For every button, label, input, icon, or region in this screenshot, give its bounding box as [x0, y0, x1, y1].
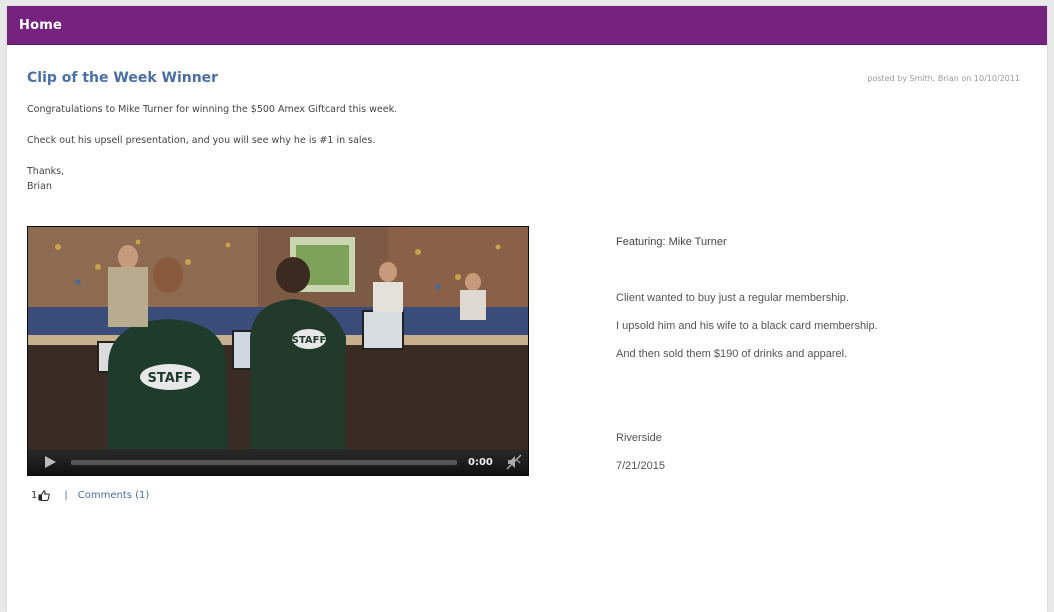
- video-time: 0:00: [468, 456, 493, 468]
- svg-text:STAFF: STAFF: [147, 371, 192, 386]
- date-text: 7/21/2015: [616, 460, 665, 472]
- like-button[interactable]: [38, 490, 51, 501]
- play-icon: [45, 456, 56, 468]
- detail-line-2: I upsold him and his wife to a black car…: [616, 320, 878, 332]
- post-paragraph-2: Check out his upsell presentation, and y…: [27, 135, 376, 146]
- app-window: Home Clip of the Week Winner posted by S…: [7, 6, 1047, 612]
- post-title: Clip of the Week Winner: [27, 70, 219, 86]
- video-player[interactable]: STAFF STAFF 0:00: [27, 226, 529, 476]
- mute-button[interactable]: [505, 453, 523, 471]
- engagement-bar: 1 | Comments (1): [31, 490, 149, 501]
- thumbs-up-icon: [38, 490, 51, 501]
- detail-line-1: Client wanted to buy just a regular memb…: [616, 292, 849, 304]
- video-controls: 0:00: [28, 449, 528, 475]
- window-title: Home: [19, 17, 62, 33]
- featuring-label: Featuring: Mike Turner: [616, 236, 727, 248]
- posted-by-text: posted by Smith, Brian on 10/10/2011: [867, 74, 1020, 83]
- location-text: Riverside: [616, 432, 662, 444]
- like-count: 1: [31, 490, 38, 501]
- video-progress-bar[interactable]: [70, 458, 458, 466]
- post-signoff-thanks: Thanks,: [27, 166, 65, 177]
- video-still-image: STAFF STAFF: [28, 227, 528, 449]
- mute-icon: [506, 454, 522, 470]
- separator: |: [64, 490, 68, 501]
- comments-link[interactable]: Comments (1): [78, 490, 150, 501]
- video-frame[interactable]: STAFF STAFF: [28, 227, 528, 449]
- detail-line-3: And then sold them $190 of drinks and ap…: [616, 348, 848, 360]
- post-paragraph-1: Congratulations to Mike Turner for winni…: [27, 104, 398, 115]
- post-signoff-name: Brian: [27, 181, 52, 192]
- title-bar: Home: [7, 6, 1047, 45]
- svg-text:STAFF: STAFF: [292, 335, 327, 346]
- play-button[interactable]: [36, 449, 64, 475]
